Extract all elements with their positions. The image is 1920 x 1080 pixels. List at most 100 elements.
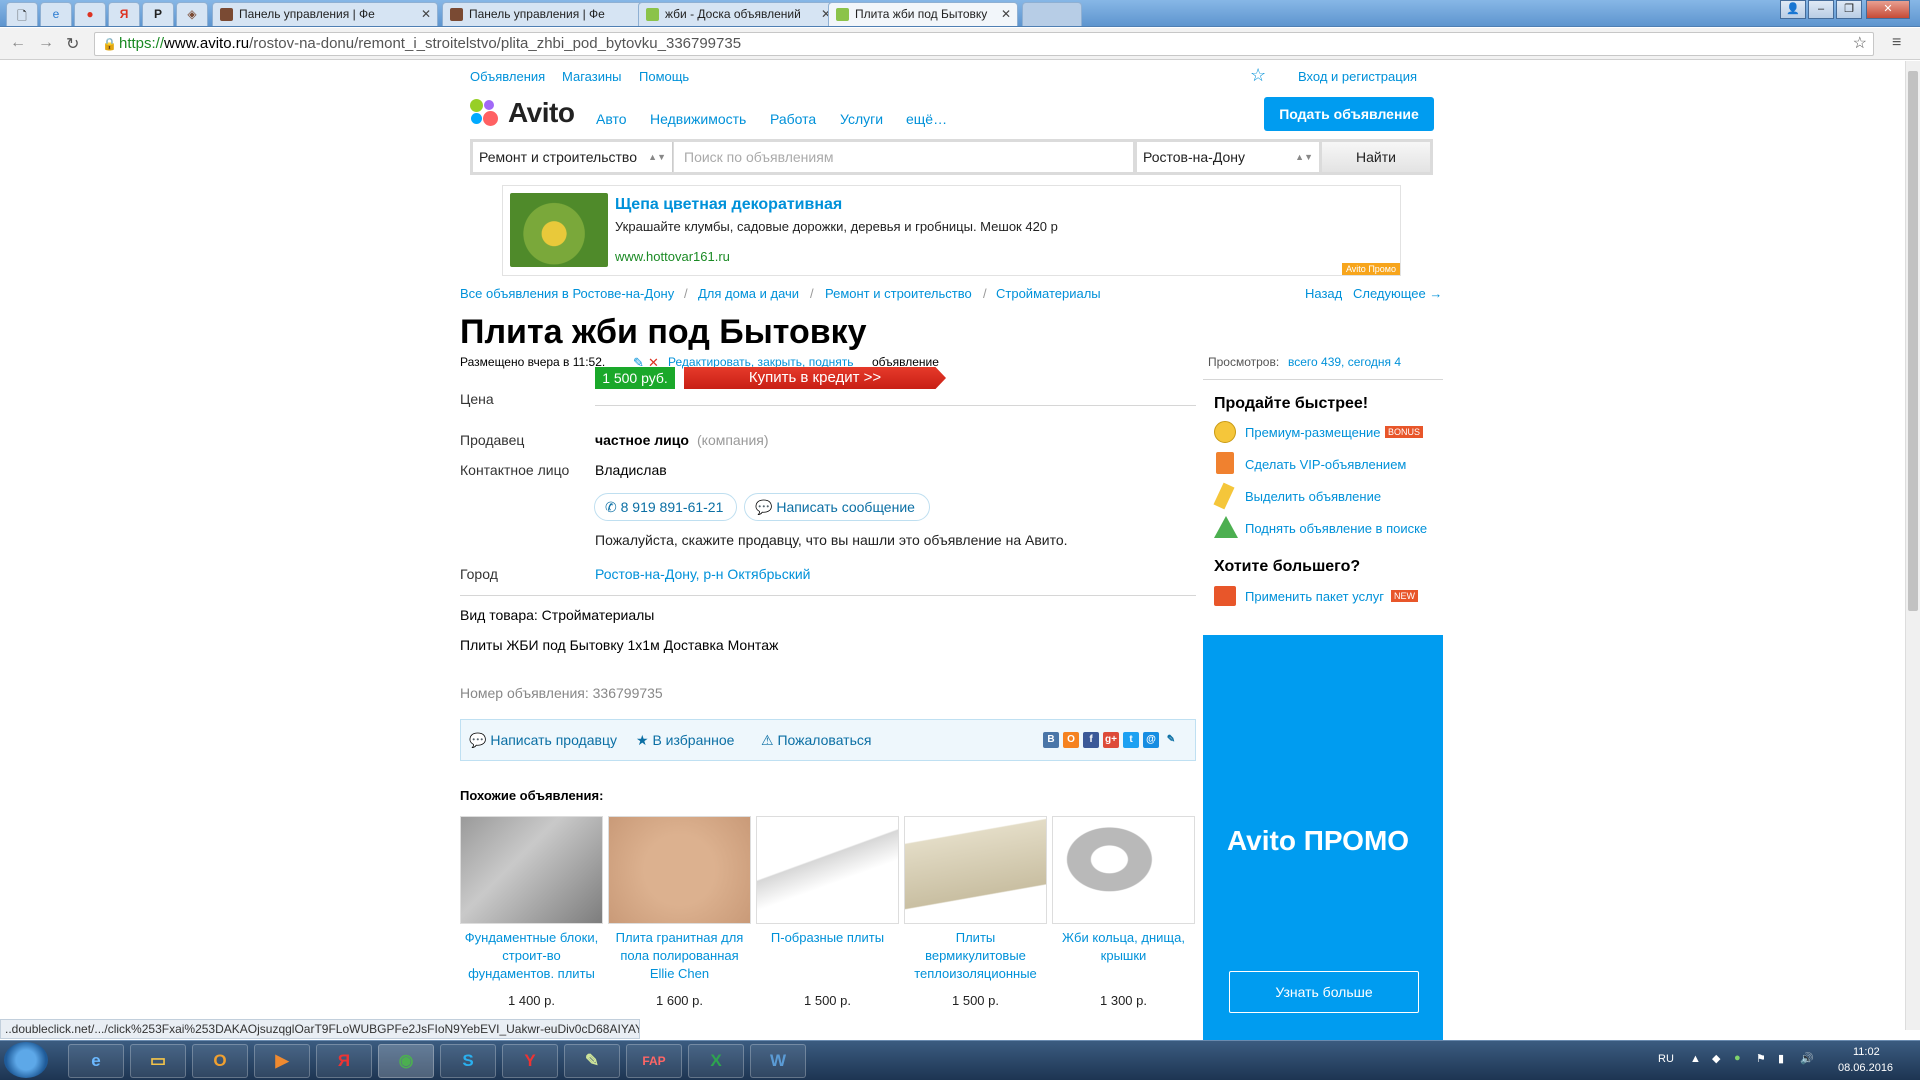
promo-url[interactable]: www.hottovar161.ru [615, 249, 730, 264]
breadcrumb-materials[interactable]: Стройматериалы [996, 286, 1101, 301]
pinned-tab-yandex[interactable]: Я [108, 2, 140, 26]
similar-image[interactable] [756, 816, 899, 924]
address-bar[interactable]: 🔒 https://www.avito.ru/rostov-na-donu/re… [94, 32, 1874, 56]
next-link[interactable]: Следующее → [1353, 286, 1442, 301]
promo-image[interactable] [510, 193, 608, 267]
breadcrumb-repair[interactable]: Ремонт и строительство [825, 286, 972, 301]
nav-jobs[interactable]: Работа [770, 111, 816, 127]
pinned-tab-maps[interactable]: ● [74, 2, 106, 26]
taskbar-word[interactable]: W [750, 1044, 806, 1078]
tray-utorrent-icon[interactable]: ● [1734, 1052, 1741, 1064]
scrollbar-thumb[interactable] [1908, 71, 1918, 611]
write-seller-action[interactable]: 💬 Написать продавцу [469, 732, 617, 749]
taskbar-explorer[interactable]: ▭ [130, 1044, 186, 1078]
tab-panel-1[interactable]: Панель управления | Фе ✕ [212, 2, 438, 26]
nav-more[interactable]: ещё… [906, 111, 947, 127]
minimize-button[interactable]: – [1808, 0, 1834, 19]
pinned-tab-ie[interactable]: е [40, 2, 72, 26]
prev-link[interactable]: Назад [1305, 286, 1342, 301]
tray-volume-icon[interactable]: 🔊 [1800, 1052, 1814, 1065]
similar-item[interactable]: П-образные плиты 1 500 р. [756, 816, 899, 1008]
tray-expand-icon[interactable]: ▲ [1690, 1053, 1701, 1065]
search-button[interactable]: Найти [1322, 142, 1430, 172]
tray-network-icon[interactable]: ▮ [1778, 1052, 1784, 1065]
similar-item[interactable]: Фундаментные блоки, строит-во фундаменто… [460, 816, 603, 1008]
login-link[interactable]: Вход и регистрация [1298, 69, 1417, 84]
similar-item-title[interactable]: Фундаментные блоки, строит-во фундаменто… [460, 929, 603, 983]
forward-arrow-icon[interactable]: → [38, 34, 54, 52]
show-phone-button[interactable]: ✆ 8 919 891-61-21 [594, 493, 737, 521]
similar-item-title[interactable]: Плита гранитная для пола полированная El… [608, 929, 751, 983]
views-count[interactable]: всего 439, сегодня 4 [1288, 355, 1401, 369]
facebook-share-icon[interactable]: f [1083, 732, 1099, 748]
taskbar-yandex[interactable]: Я [316, 1044, 372, 1078]
taskbar-fap[interactable]: FAP [626, 1044, 682, 1078]
taskbar-media[interactable]: ▶ [254, 1044, 310, 1078]
similar-image[interactable] [904, 816, 1047, 924]
top-link-ads[interactable]: Объявления [470, 69, 545, 84]
city-link[interactable]: Ростов-на-Дону, р-н Октябрьский [595, 566, 810, 582]
gplus-share-icon[interactable]: g+ [1103, 732, 1119, 748]
edit-link[interactable]: Редактировать, закрыть, поднять [668, 355, 853, 369]
maximize-button[interactable]: ❐ [1836, 0, 1862, 19]
learn-more-button[interactable]: Узнать больше [1229, 971, 1419, 1013]
taskbar-excel[interactable]: X [688, 1044, 744, 1078]
close-tab-icon[interactable]: ✕ [421, 7, 431, 21]
favorite-action[interactable]: ★ В избранное [636, 732, 734, 749]
promo-title[interactable]: Щепа цветная декоративная [615, 196, 842, 214]
bookmark-star-icon[interactable]: ☆ [1853, 33, 1867, 55]
taskbar-notes[interactable]: ✎ [564, 1044, 620, 1078]
pinned-tab-p[interactable]: P [142, 2, 174, 26]
tray-app-icon[interactable]: ◆ [1712, 1052, 1720, 1065]
edit-share-icon[interactable]: ✎ [1163, 732, 1179, 748]
nav-services[interactable]: Услуги [840, 111, 883, 127]
language-indicator[interactable]: RU [1658, 1053, 1674, 1065]
tab-avito-listing[interactable]: Плита жби под Бытовку ✕ [828, 2, 1018, 26]
taskbar-yandex-browser[interactable]: Y [502, 1044, 558, 1078]
pinned-tab-docs[interactable]: 🗋 [6, 2, 38, 26]
reload-icon[interactable]: ↻ [66, 34, 79, 54]
menu-icon[interactable]: ≡ [1892, 34, 1901, 52]
highlight-link[interactable]: Выделить объявление [1245, 489, 1381, 504]
tray-flag-icon[interactable]: ⚑ [1756, 1052, 1766, 1065]
tab-panel-2[interactable]: Панель управления | Фе ✕ [442, 2, 668, 26]
profile-button[interactable]: 👤 [1780, 0, 1806, 19]
twitter-share-icon[interactable]: t [1123, 732, 1139, 748]
avito-promo-banner[interactable]: Avito ПРОМО Узнать больше [1203, 635, 1443, 1048]
search-input[interactable]: Поиск по объявлениям [674, 142, 1133, 172]
promo-ad[interactable]: Щепа цветная декоративная Украшайте клум… [502, 185, 1401, 276]
mail-share-icon[interactable]: @ [1143, 732, 1159, 748]
similar-item-title[interactable]: П-образные плиты [756, 929, 899, 983]
new-tab-button[interactable] [1022, 2, 1082, 26]
similar-image[interactable] [1052, 816, 1195, 924]
similar-item[interactable]: Плита гранитная для пола полированная El… [608, 816, 751, 1008]
buy-on-credit-button[interactable]: Купить в кредит >> [684, 367, 946, 389]
similar-item[interactable]: Жби кольца, днища, крышки 1 300 р. [1052, 816, 1195, 1008]
taskbar-outlook[interactable]: O [192, 1044, 248, 1078]
city-select[interactable]: Ростов-на-Дону ▲▼ [1137, 142, 1319, 172]
top-link-shops[interactable]: Магазины [562, 69, 622, 84]
back-arrow-icon[interactable]: ← [10, 34, 26, 52]
write-message-button[interactable]: 💬 Написать сообщение [744, 493, 930, 521]
post-ad-button[interactable]: Подать объявление [1264, 97, 1434, 131]
vk-share-icon[interactable]: В [1043, 732, 1059, 748]
favorites-star-icon[interactable]: ☆ [1250, 65, 1266, 86]
similar-item[interactable]: Плиты вермикулитовые теплоизоляционные 1… [904, 816, 1047, 1008]
similar-image[interactable] [608, 816, 751, 924]
nav-auto[interactable]: Авто [596, 111, 627, 127]
taskbar-ie[interactable]: e [68, 1044, 124, 1078]
close-window-button[interactable]: ✕ [1866, 0, 1910, 19]
breadcrumb-all[interactable]: Все объявления в Ростове-на-Дону [460, 286, 674, 301]
clock-date[interactable]: 08.06.2016 [1838, 1062, 1893, 1074]
premium-link[interactable]: Премиум-размещение [1245, 425, 1381, 440]
report-action[interactable]: ⚠ Пожаловаться [761, 732, 871, 749]
tab-avito-search[interactable]: жби - Доска объявлений ✕ [638, 2, 838, 26]
close-tab-icon[interactable]: ✕ [1001, 7, 1011, 21]
raise-link[interactable]: Поднять объявление в поиске [1245, 521, 1427, 536]
ok-share-icon[interactable]: О [1063, 732, 1079, 748]
similar-image[interactable] [460, 816, 603, 924]
top-link-help[interactable]: Помощь [639, 69, 689, 84]
taskbar-skype[interactable]: S [440, 1044, 496, 1078]
package-link[interactable]: Применить пакет услуг [1245, 589, 1384, 604]
category-select[interactable]: Ремонт и строительство ▲▼ [473, 142, 673, 172]
